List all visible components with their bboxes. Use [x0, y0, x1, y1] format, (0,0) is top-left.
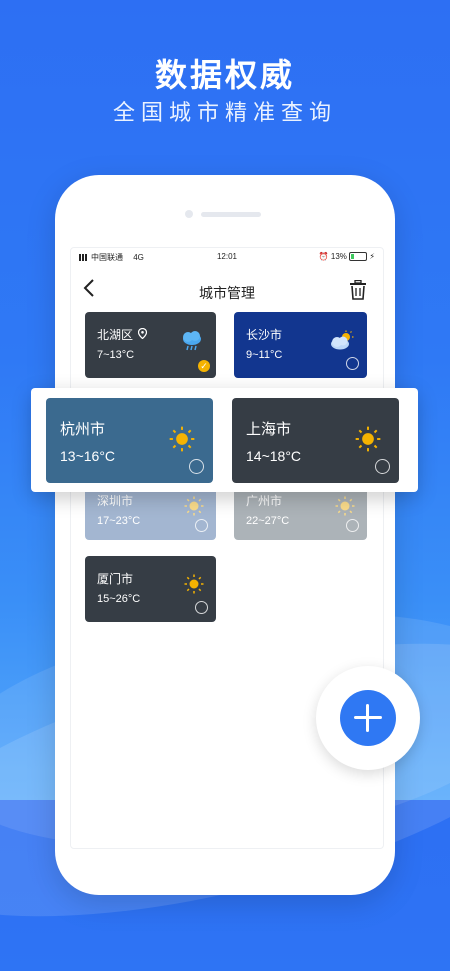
add-city-button[interactable]: [340, 690, 396, 746]
add-city-fab-wrapper: [316, 666, 420, 770]
location-pin-icon: [138, 327, 148, 340]
city-temp: 13~16°C: [60, 448, 116, 464]
delete-button[interactable]: [349, 279, 369, 302]
promo-headline: 数据权威: [154, 57, 295, 93]
select-circle[interactable]: [346, 519, 359, 532]
city-name: 深圳市: [97, 494, 134, 508]
city-temp: 7~13°C: [97, 349, 135, 361]
promo-subheadline: 全国城市精准查询: [112, 100, 337, 125]
city-temp: 9~11°C: [246, 349, 283, 361]
phone-frame: 中国联通 4G 12:01 ⏰ 13% ⚡ 城市管理 北湖区 7~13°C ✓ …: [55, 175, 395, 895]
phone-camera: [185, 210, 193, 218]
city-name: 北湖区: [97, 328, 134, 342]
city-name: 上海市: [246, 421, 292, 438]
battery-icon: [349, 252, 368, 262]
rain-cloud-icon: [183, 331, 201, 351]
sun-icon: [355, 426, 381, 452]
select-circle[interactable]: [189, 459, 204, 474]
page-title: 城市管理: [199, 285, 255, 301]
city-name: 广州市: [246, 494, 283, 508]
battery-percent: 13%: [330, 252, 347, 261]
sun-icon: [184, 496, 204, 516]
select-circle[interactable]: [195, 519, 208, 532]
highlight-panel: 杭州市 13~16°C 上海市 14~18°C: [31, 388, 418, 492]
city-temp: 22~27°C: [246, 515, 290, 527]
select-circle[interactable]: [375, 459, 390, 474]
city-temp: 17~23°C: [97, 515, 141, 527]
sun-icon: [169, 426, 195, 452]
city-name: 长沙市: [246, 328, 283, 342]
city-card-large[interactable]: 杭州市 13~16°C: [46, 398, 213, 483]
trash-icon: [350, 279, 366, 300]
phone-speaker: [201, 212, 261, 217]
select-circle[interactable]: [346, 357, 359, 370]
city-card-large[interactable]: 上海市 14~18°C: [232, 398, 399, 483]
city-card[interactable]: 长沙市 9~11°C: [234, 312, 367, 378]
city-card[interactable]: 北湖区 7~13°C ✓: [85, 312, 216, 378]
alarm-icon: ⏰: [318, 252, 329, 261]
charging-icon: ⚡: [369, 252, 375, 261]
city-name: 杭州市: [60, 421, 106, 438]
select-circle[interactable]: [195, 601, 208, 614]
city-temp: 14~18°C: [246, 448, 302, 464]
city-name: 厦门市: [97, 572, 134, 586]
city-card[interactable]: 厦门市 15~26°C: [85, 556, 216, 622]
selected-check-icon[interactable]: ✓: [198, 360, 210, 372]
nav-bar: 城市管理: [71, 276, 383, 306]
sun-icon: [184, 574, 204, 594]
city-temp: 15~26°C: [97, 593, 141, 605]
partly-cloudy-icon: [331, 330, 354, 350]
status-bar: 中国联通 4G 12:01 ⏰ 13% ⚡: [79, 252, 375, 266]
sun-icon: [335, 496, 355, 516]
